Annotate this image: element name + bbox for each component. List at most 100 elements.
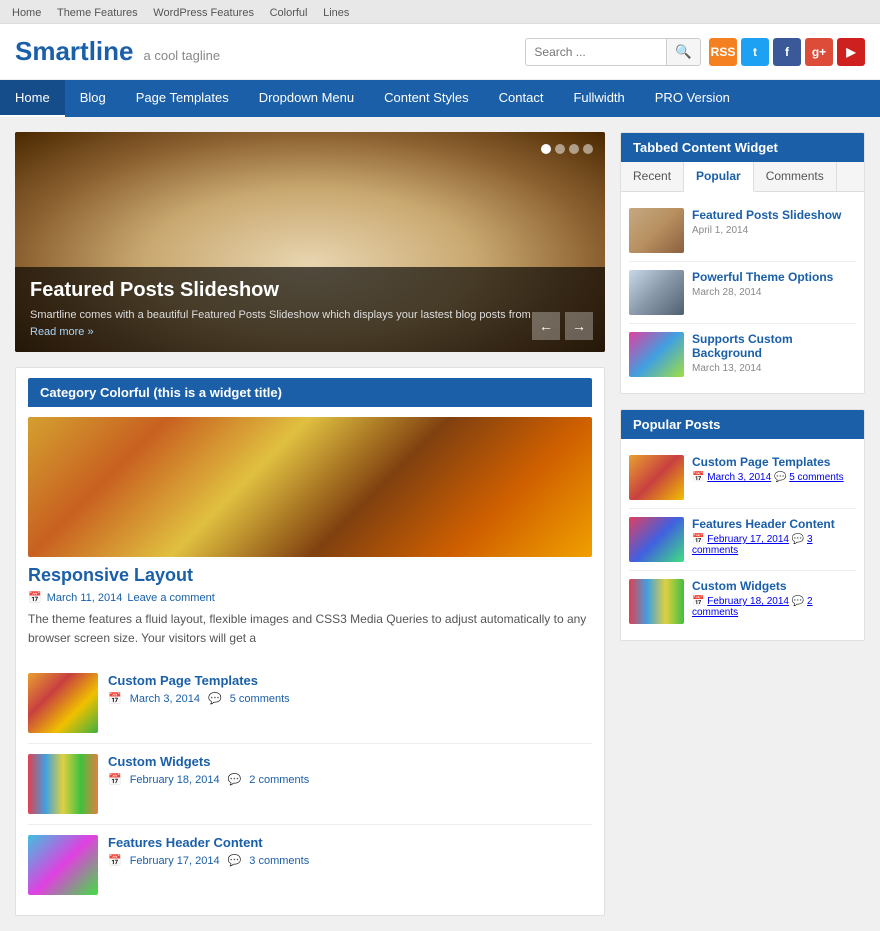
nav-content-styles[interactable]: Content Styles xyxy=(369,80,484,117)
post-comments-custom-page-templates[interactable]: 5 comments xyxy=(230,693,290,705)
top-navigation: Home Theme Features WordPress Features C… xyxy=(0,0,880,24)
glasses-thumb xyxy=(629,270,684,315)
content-area: Featured Posts Slideshow Smartline comes… xyxy=(0,117,880,931)
big-post-meta: 📅 March 11, 2014 Leave a comment xyxy=(28,591,592,604)
calendar-icon: 📅 xyxy=(692,534,704,545)
nav-dropdown-menu[interactable]: Dropdown Menu xyxy=(244,80,369,117)
sidebar-thumb-fhc xyxy=(629,517,684,562)
nav-blog[interactable]: Blog xyxy=(65,80,121,117)
big-post-comment-link[interactable]: Leave a comment xyxy=(127,592,214,604)
topnav-lines[interactable]: Lines xyxy=(323,7,349,19)
post-title-features-header[interactable]: Features Header Content xyxy=(108,835,592,850)
big-post-thumbnail xyxy=(28,417,592,557)
tab-recent[interactable]: Recent xyxy=(621,162,684,191)
sidebar-post-date-cpt: 📅 March 3, 2014 💬 5 comments xyxy=(692,472,856,483)
sidebar-post-date-custom-bg: March 13, 2014 xyxy=(692,363,856,374)
sidebar-thumb-slideshow xyxy=(629,208,684,253)
sidebar-post-date-slideshow: April 1, 2014 xyxy=(692,225,856,236)
sidebar-thumb-custom-bg xyxy=(629,332,684,377)
nav-home[interactable]: Home xyxy=(0,80,65,117)
sidebar-post-info-cpt: Custom Page Templates 📅 March 3, 2014 💬 … xyxy=(692,455,856,483)
widget-tabs: Recent Popular Comments xyxy=(621,162,864,192)
sidebar-post-date-fhc: 📅 February 17, 2014 💬 3 comments xyxy=(692,534,856,556)
youtube-icon[interactable]: ▶ xyxy=(837,38,865,66)
sidebar-post-date-theme-options: March 28, 2014 xyxy=(692,287,856,298)
post-thumbnail-custom-page-templates xyxy=(28,673,98,733)
nav-contact[interactable]: Contact xyxy=(484,80,559,117)
list-item: Custom Widgets 📅 February 18, 2014 💬 2 c… xyxy=(28,744,592,825)
search-input[interactable] xyxy=(526,40,666,64)
sidebar-post-date-cw: 📅 February 18, 2014 💬 2 comments xyxy=(692,596,856,618)
calendar-icon: 📅 xyxy=(108,773,122,786)
slideshow-read-more[interactable]: Read more » xyxy=(30,326,94,338)
pencils-thumbnail xyxy=(28,754,98,814)
facebook-icon[interactable]: f xyxy=(773,38,801,66)
post-date-custom-page-templates[interactable]: March 3, 2014 xyxy=(130,693,200,705)
slideshow-prev-button[interactable]: ← xyxy=(532,312,560,340)
slideshow-next-button[interactable]: → xyxy=(565,312,593,340)
dot-1[interactable] xyxy=(541,144,551,154)
post-title-custom-widgets[interactable]: Custom Widgets xyxy=(108,754,592,769)
sidebar-thumb-theme-options xyxy=(629,270,684,315)
big-post-title[interactable]: Responsive Layout xyxy=(28,565,592,586)
calendar-icon: 📅 xyxy=(28,591,42,604)
topnav-home[interactable]: Home xyxy=(12,7,41,19)
nav-fullwidth[interactable]: Fullwidth xyxy=(558,80,639,117)
tabbed-posts-list: Featured Posts Slideshow April 1, 2014 P… xyxy=(621,192,864,393)
header-tools: 🔍 RSS t f g+ ▶ xyxy=(525,38,865,66)
dot-2[interactable] xyxy=(555,144,565,154)
sidebar-thumb-cpt xyxy=(629,455,684,500)
sidebar-post-title-cpt[interactable]: Custom Page Templates xyxy=(692,455,856,469)
post-comments-custom-widgets[interactable]: 2 comments xyxy=(249,774,309,786)
sp-date-cw[interactable]: February 18, 2014 xyxy=(707,596,789,607)
sidebar-post-cpt: Custom Page Templates 📅 March 3, 2014 💬 … xyxy=(629,447,856,509)
post-date-features-header[interactable]: February 17, 2014 xyxy=(130,855,220,867)
sidebar-post-title-custom-bg[interactable]: Supports Custom Background xyxy=(692,332,856,360)
sidebar-post-info-cw: Custom Widgets 📅 February 18, 2014 💬 2 c… xyxy=(692,579,856,618)
book-thumb xyxy=(629,208,684,253)
sp-pencils-thumb xyxy=(629,579,684,624)
colorful-thumbnail xyxy=(28,673,98,733)
dot-3[interactable] xyxy=(569,144,579,154)
topnav-colorful[interactable]: Colorful xyxy=(270,7,308,19)
sp-comments-cpt[interactable]: 5 comments xyxy=(789,472,843,483)
sidebar-post-title-cw[interactable]: Custom Widgets xyxy=(692,579,856,593)
rss-icon[interactable]: RSS xyxy=(709,38,737,66)
comment-icon: 💬 xyxy=(208,692,222,705)
main-posts-section: Category Colorful (this is a widget titl… xyxy=(15,367,605,916)
topnav-theme-features[interactable]: Theme Features xyxy=(57,7,138,19)
site-tagline: a cool tagline xyxy=(144,48,221,63)
topnav-wordpress-features[interactable]: WordPress Features xyxy=(153,7,254,19)
tab-popular[interactable]: Popular xyxy=(684,162,754,192)
post-meta-custom-widgets: 📅 February 18, 2014 💬 2 comments xyxy=(108,773,592,786)
big-post-date[interactable]: March 11, 2014 xyxy=(47,592,123,604)
sidebar-post-title-theme-options[interactable]: Powerful Theme Options xyxy=(692,270,856,284)
slideshow-navigation: ← → xyxy=(532,312,593,340)
nav-page-templates[interactable]: Page Templates xyxy=(121,80,244,117)
nav-pro-version[interactable]: PRO Version xyxy=(640,80,745,117)
sidebar-thumb-cw xyxy=(629,579,684,624)
post-meta-features-header: 📅 February 17, 2014 💬 3 comments xyxy=(108,854,592,867)
sidebar-post-title-slideshow[interactable]: Featured Posts Slideshow xyxy=(692,208,856,222)
post-comments-features-header[interactable]: 3 comments xyxy=(249,855,309,867)
popular-posts-widget: Popular Posts Custom Page Templates 📅 Ma… xyxy=(620,409,865,641)
sidebar-post-info-slideshow: Featured Posts Slideshow April 1, 2014 xyxy=(692,208,856,236)
post-date-custom-widgets[interactable]: February 18, 2014 xyxy=(130,774,220,786)
twitter-icon[interactable]: t xyxy=(741,38,769,66)
sp-date-cpt[interactable]: March 3, 2014 xyxy=(707,472,771,483)
posts-list: Custom Page Templates 📅 March 3, 2014 💬 … xyxy=(28,663,592,905)
tab-comments[interactable]: Comments xyxy=(754,162,837,191)
category-bar-title: Category Colorful (this is a widget titl… xyxy=(28,378,592,407)
dot-4[interactable] xyxy=(583,144,593,154)
sp-date-fhc[interactable]: February 17, 2014 xyxy=(707,534,789,545)
calendar-icon: 📅 xyxy=(692,472,704,483)
site-title[interactable]: Smartline xyxy=(15,36,134,67)
post-title-custom-page-templates[interactable]: Custom Page Templates xyxy=(108,673,592,688)
slideshow-title: Featured Posts Slideshow xyxy=(30,279,590,302)
comment-icon: 💬 xyxy=(228,773,242,786)
google-plus-icon[interactable]: g+ xyxy=(805,38,833,66)
sidebar-post-slideshow: Featured Posts Slideshow April 1, 2014 xyxy=(629,200,856,262)
sidebar-post-title-fhc[interactable]: Features Header Content xyxy=(692,517,856,531)
search-button[interactable]: 🔍 xyxy=(666,39,700,65)
search-box: 🔍 xyxy=(525,38,701,66)
